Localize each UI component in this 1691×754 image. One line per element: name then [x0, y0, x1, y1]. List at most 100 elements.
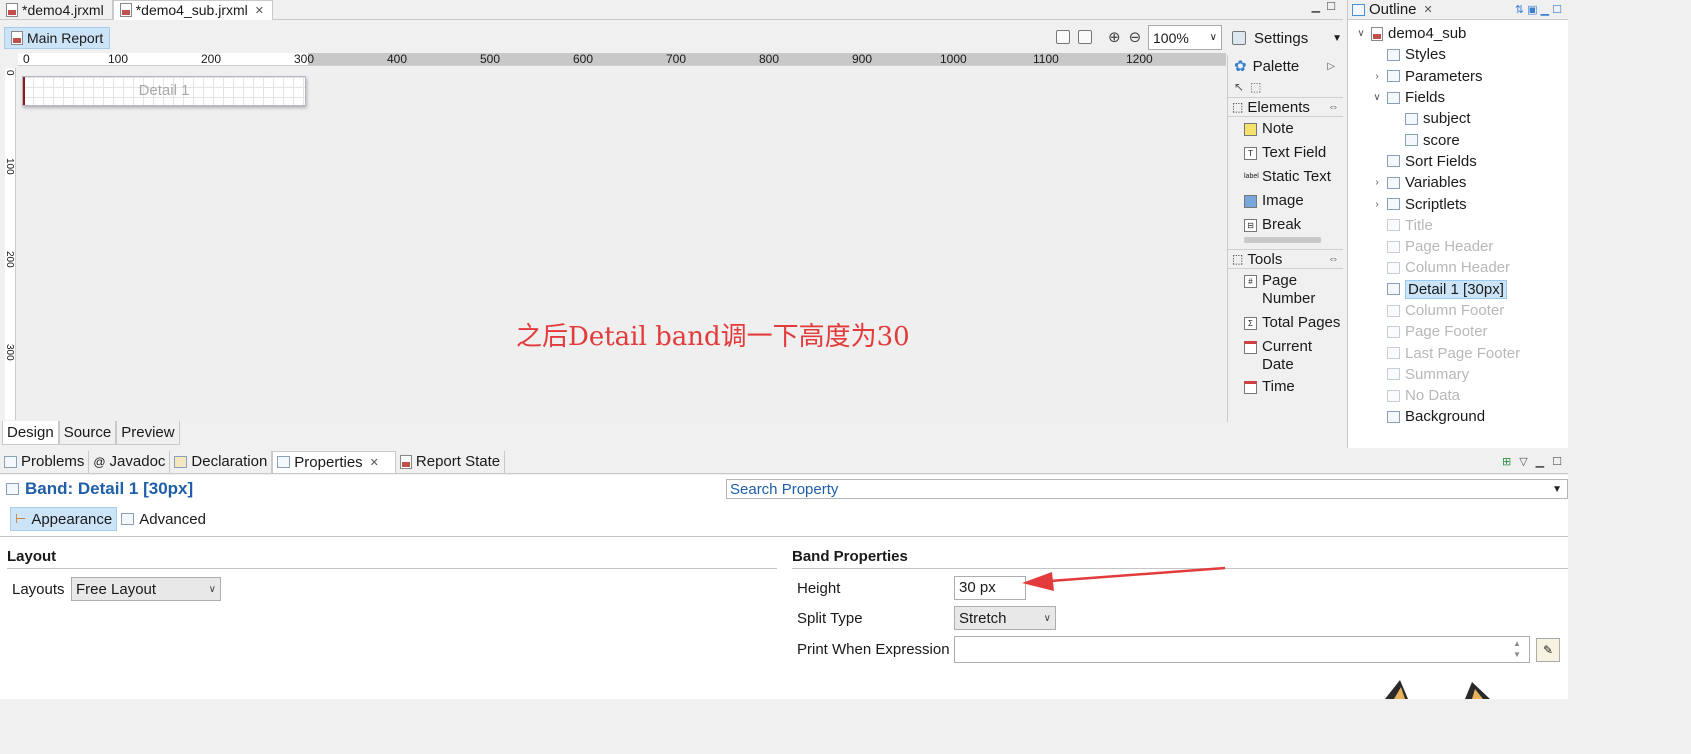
outline-node-icon [1405, 112, 1418, 125]
properties-subtabs: ⊢ Appearance Advanced [10, 507, 210, 531]
collapse-palette-icon[interactable]: ▷ [1327, 61, 1335, 72]
outline-view-icons[interactable]: ⇅ ▣ ▁ ☐ [1515, 3, 1562, 16]
pin-icon[interactable]: ⇔ [1328, 253, 1339, 265]
outline-node-icon [1387, 240, 1400, 253]
search-property-input[interactable]: Search Property ▼ [726, 479, 1568, 499]
outline-node-icon [1387, 176, 1400, 189]
editor-tab-demo4[interactable]: *demo4.jrxml [0, 0, 113, 20]
palette-section-elements[interactable]: ⬚ Elements ⇔ [1228, 97, 1343, 117]
view-menu-icon[interactable]: ▽ [1519, 455, 1527, 468]
dropdown-arrow-icon[interactable]: ▼ [1552, 484, 1562, 495]
outline-item[interactable]: Column Footer [1348, 300, 1568, 321]
palette-section-tools[interactable]: ⬚ Tools ⇔ [1228, 249, 1343, 269]
design-canvas[interactable] [17, 67, 1227, 421]
note-icon [1244, 123, 1257, 136]
tab-design[interactable]: Design [2, 421, 59, 445]
detail-band[interactable]: Detail 1 [22, 76, 306, 106]
outline-item[interactable]: Sort Fields [1348, 151, 1568, 172]
pin-icon[interactable]: ⇔ [1328, 101, 1339, 113]
tab-javadoc[interactable]: @ Javadoc [89, 450, 171, 473]
palette-item-static-text[interactable]: label Static Text [1228, 165, 1343, 189]
properties-panel [0, 475, 1568, 699]
palette-item-label: Page Number [1262, 272, 1316, 307]
outline-item[interactable]: Styles [1348, 44, 1568, 65]
tab-report-state[interactable]: Report State [396, 450, 506, 473]
zoom-select[interactable]: 100% ∨ [1148, 25, 1222, 50]
chevron-right-icon[interactable]: › [1372, 71, 1382, 82]
outline-item[interactable]: › Scriptlets [1348, 193, 1568, 214]
outline-item[interactable]: › Parameters [1348, 66, 1568, 87]
chevron-right-icon[interactable]: › [1372, 199, 1382, 210]
height-input[interactable]: 30 px [954, 576, 1026, 600]
maximize-icon[interactable]: ☐ [1552, 455, 1562, 468]
scroll-indicator[interactable] [1244, 237, 1321, 243]
palette-item-text-field[interactable]: T Text Field [1228, 141, 1343, 165]
palette-item-break[interactable]: ⊟ Break [1228, 213, 1343, 237]
zoom-in-icon[interactable]: ⊕ [1108, 28, 1121, 46]
palette-item-page-number[interactable]: # Page Number [1228, 269, 1343, 311]
minimize-icon[interactable]: ▁ [1536, 455, 1544, 468]
outline-item-label: Last Page Footer [1405, 344, 1521, 362]
report-toolbar: Main Report ⊕ ⊖ 100% ∨ [0, 24, 1227, 52]
split-type-select[interactable]: Stretch ∨ [954, 606, 1056, 630]
tab-preview[interactable]: Preview [116, 421, 180, 445]
chevron-right-icon[interactable]: › [1372, 177, 1382, 188]
palette-item-image[interactable]: Image [1228, 189, 1343, 213]
tab-source[interactable]: Source [58, 421, 117, 445]
show-bands-icon[interactable] [1078, 30, 1092, 44]
outline-tab[interactable]: Outline ✕ ⇅ ▣ ▁ ☐ [1348, 0, 1568, 20]
zoom-value: 100% [1153, 29, 1189, 46]
outline-item[interactable]: › Variables [1348, 172, 1568, 193]
main-report-label: Main Report [27, 30, 104, 46]
editor-tab-demo4-sub[interactable]: *demo4_sub.jrxml ✕ [112, 0, 273, 20]
settings-button[interactable]: Settings ▼ [1232, 27, 1342, 49]
appearance-icon: ⊢ [15, 511, 27, 526]
chevron-down-icon[interactable]: ∨ [1372, 92, 1382, 103]
tab-declaration[interactable]: Declaration [170, 450, 273, 473]
outline-item[interactable]: Column Header [1348, 257, 1568, 278]
palette-item-time[interactable]: Time [1228, 377, 1343, 399]
main-report-button[interactable]: Main Report [4, 27, 111, 49]
close-icon[interactable]: ✕ [1424, 3, 1433, 16]
print-when-expression-input[interactable] [954, 636, 1530, 663]
select-tool-icon[interactable]: ↖ [1234, 80, 1244, 94]
palette-item-total-pages[interactable]: Σ Total Pages [1228, 311, 1343, 335]
spinner-icon[interactable]: ▲ ▼ [1513, 638, 1521, 660]
zoom-out-icon[interactable]: ⊖ [1129, 28, 1142, 46]
layouts-select[interactable]: Free Layout ∨ [71, 577, 221, 601]
outline-root[interactable]: ∨ demo4_sub [1348, 23, 1568, 44]
ruler-tick: 0 [23, 52, 30, 66]
palette-icon: ✿ [1234, 58, 1247, 75]
tab-properties[interactable]: Properties ✕ [272, 450, 396, 473]
outline-item[interactable]: score [1348, 129, 1568, 150]
tab-advanced[interactable]: Advanced [117, 507, 210, 531]
elements-icon: ⬚ [1232, 100, 1244, 114]
palette-header[interactable]: ✿ Palette ▷ [1228, 55, 1343, 77]
outline-item[interactable]: Last Page Footer [1348, 342, 1568, 363]
marquee-tool-icon[interactable]: ⬚ [1250, 80, 1261, 94]
outline-item[interactable]: subject [1348, 108, 1568, 129]
properties-title: Band: Detail 1 [30px] [6, 479, 193, 499]
palette-item-current-date[interactable]: Current Date [1228, 335, 1343, 377]
outline-item-label: Summary [1405, 365, 1470, 383]
minimize-icon[interactable]: ▁ [1312, 0, 1320, 13]
tab-problems[interactable]: Problems [0, 450, 90, 473]
close-icon[interactable]: ✕ [255, 4, 264, 17]
outline-item-label: Title [1405, 216, 1433, 234]
expression-editor-button[interactable]: ✎ [1536, 638, 1560, 662]
outline-item[interactable]: ∨ Fields [1348, 87, 1568, 108]
outline-item[interactable]: Page Footer [1348, 321, 1568, 342]
outline-item[interactable]: Background [1348, 406, 1568, 427]
layout-options-icon[interactable] [1056, 30, 1070, 44]
tab-appearance[interactable]: ⊢ Appearance [10, 507, 118, 531]
outline-item[interactable]: Page Header [1348, 236, 1568, 257]
outline-item[interactable]: Title [1348, 215, 1568, 236]
close-icon[interactable]: ✕ [370, 456, 379, 469]
outline-item[interactable]: Summary [1348, 364, 1568, 385]
maximize-icon[interactable]: ☐ [1326, 0, 1336, 13]
ruler-tick: 700 [666, 52, 687, 66]
palette-item-note[interactable]: Note [1228, 117, 1343, 141]
outline-item[interactable]: No Data [1348, 385, 1568, 406]
outline-item[interactable]: Detail 1 [30px] [1348, 279, 1568, 300]
pin-view-icon[interactable]: ⊞ [1502, 455, 1511, 468]
